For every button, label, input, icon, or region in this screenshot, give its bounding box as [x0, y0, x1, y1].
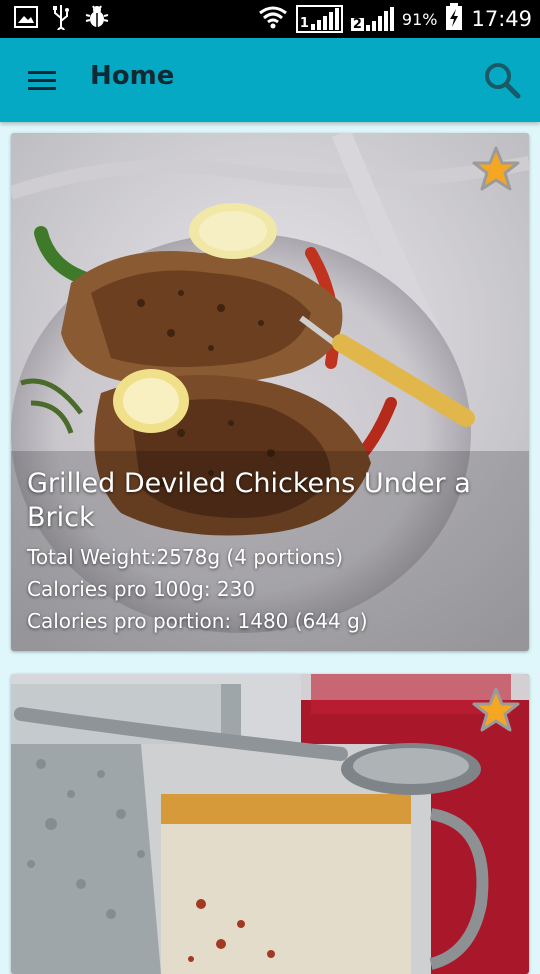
status-bar-notifications	[14, 4, 110, 35]
status-bar-system: 1 2 91% 17:49	[258, 3, 532, 35]
favorite-star-icon[interactable]	[471, 145, 521, 195]
recipe-info: Grilled Deviled Chickens Under a Brick T…	[27, 467, 513, 637]
app-bar: Home	[0, 38, 540, 122]
recipe-calories-portion: Calories pro portion: 1480 (644 g)	[27, 609, 368, 633]
recipe-card[interactable]: Grilled Deviled Chickens Under a Brick T…	[11, 133, 529, 651]
recipe-title: Grilled Deviled Chickens Under a Brick	[27, 468, 471, 533]
recipe-total-weight: Total Weight:2578g (4 portions)	[27, 545, 344, 569]
sim2-label: 2	[350, 17, 364, 32]
recipe-image-spiced-drink	[11, 674, 529, 974]
signal-icon: 1	[295, 5, 343, 33]
signal-icon: 2	[350, 7, 394, 32]
favorite-star-icon[interactable]	[471, 686, 521, 736]
battery-charging-icon	[445, 3, 463, 35]
status-bar: 1 2 91% 17:49	[0, 0, 540, 38]
recipe-card[interactable]	[11, 674, 529, 974]
bug-icon	[84, 5, 110, 33]
sim1-label: 1	[299, 16, 309, 31]
usb-icon	[52, 4, 70, 35]
image-icon	[14, 6, 38, 32]
recipe-calories-100g: Calories pro 100g: 230	[27, 577, 256, 601]
clock: 17:49	[471, 7, 532, 31]
hamburger-menu-icon[interactable]	[22, 64, 62, 96]
battery-percent: 91%	[401, 9, 438, 29]
search-icon[interactable]	[482, 60, 522, 100]
page-title: Home	[90, 61, 175, 91]
wifi-icon	[258, 5, 288, 33]
